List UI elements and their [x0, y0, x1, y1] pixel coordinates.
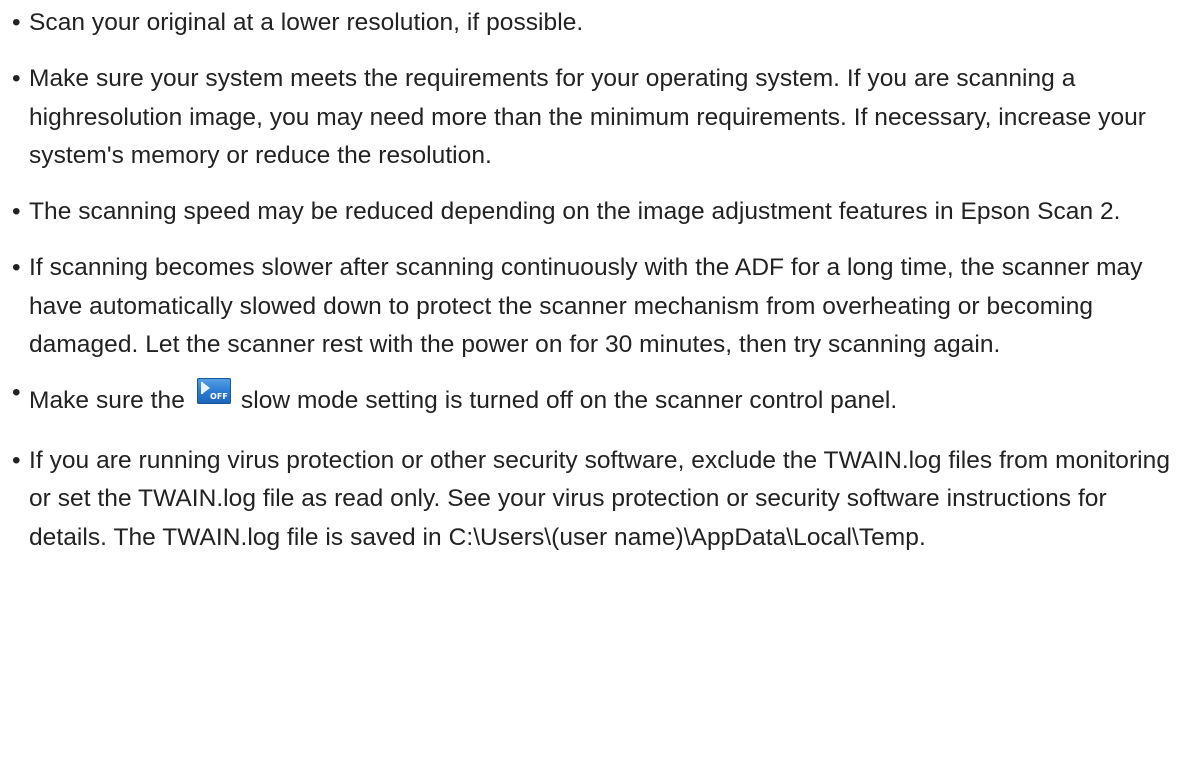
list-item-text-after: slow mode setting is turned off on the s… — [240, 387, 898, 414]
list-item-text: Make sure your system meets the requirem… — [29, 65, 1147, 169]
list-item-text: The scanning speed may be reduced depend… — [29, 198, 1121, 225]
list-item-text-before: Make sure the — [29, 387, 185, 414]
list-item-text: If you are running virus protection or o… — [29, 446, 1171, 551]
document: • Scan your original at a lower resoluti… — [0, 0, 1190, 760]
list-item: • Make sure your system meets the requir… — [12, 60, 1180, 176]
bullet: • — [12, 198, 21, 225]
list-item-text: Scan your original at a lower resolution… — [29, 9, 584, 36]
slow-mode-off-icon: OFF — [196, 378, 231, 404]
list-item: • The scanning speed may be reduced depe… — [12, 193, 1180, 232]
list-item: • If scanning becomes slower after scann… — [12, 249, 1180, 365]
bullet: • — [12, 446, 21, 474]
list-item-text: If scanning becomes slower after scannin… — [29, 254, 1143, 358]
list-item: • Scan your original at a lower resoluti… — [12, 4, 1180, 43]
bullet: • — [12, 254, 21, 281]
list-item: • Make sure the OFF slow mode setting is t… — [12, 378, 1180, 421]
bullet: • — [12, 9, 21, 36]
bullet: • — [12, 379, 21, 406]
bullet: • — [12, 65, 21, 92]
off-label: OFF — [210, 392, 228, 401]
troubleshooting-list: • Scan your original at a lower resoluti… — [12, 4, 1180, 575]
play-glyph — [201, 382, 210, 394]
list-item: • If you are running virus protection or… — [12, 442, 1180, 558]
